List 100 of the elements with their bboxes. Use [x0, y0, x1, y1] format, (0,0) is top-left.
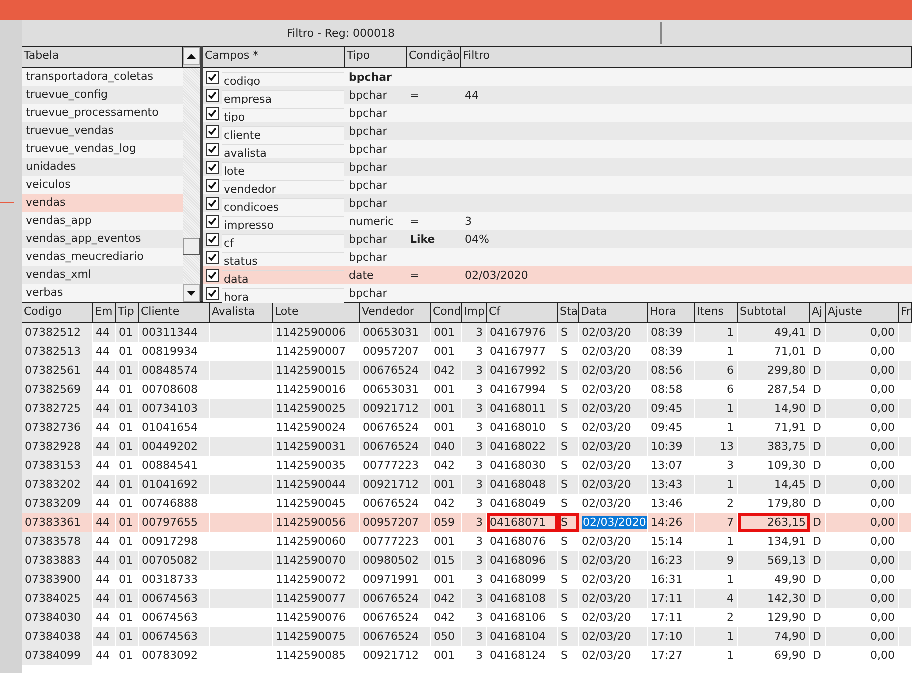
table-list-item[interactable]: vendas_xml: [22, 266, 183, 284]
field-condition: =: [409, 214, 420, 228]
table-cell: 0,00: [826, 646, 899, 665]
column-header: Avalista: [210, 303, 273, 322]
field-type: bpchar: [348, 88, 388, 102]
table-cell: 1142590085: [273, 646, 360, 665]
table-cell: 02/03/2020: [579, 513, 648, 532]
grid-row[interactable]: 07383361 44 01 00797655 1142590056 00957207 059 3 04168071 S 02/03/2020 14:26 7 263,15 D 0,00: [22, 513, 912, 532]
column-header: Cliente: [139, 303, 210, 322]
field-condition: =: [409, 268, 420, 282]
up-arrow-icon: [187, 54, 196, 58]
table-list-item[interactable]: verbas: [22, 284, 183, 302]
checkbox[interactable]: [206, 142, 219, 156]
table-cell: 17:27: [648, 646, 695, 665]
scroll-up-button[interactable]: [183, 47, 200, 65]
table-list-item[interactable]: vendas_meucrediario: [22, 248, 183, 266]
field-name: cf: [222, 234, 344, 248]
highlighted-cell: S: [558, 513, 579, 532]
field-type: bpchar: [348, 286, 388, 300]
column-header: Subtotal: [738, 303, 810, 322]
table-cell: S: [558, 646, 579, 665]
field-row[interactable]: empresa bpchar = 44: [203, 86, 912, 104]
table-list-item[interactable]: truevue_processamento: [22, 104, 183, 122]
field-type: bpchar: [348, 232, 388, 246]
table-list-item[interactable]: transportadora_coletas: [22, 68, 183, 86]
field-type: numeric: [348, 214, 396, 228]
table-cell: 07383153: [22, 456, 93, 475]
table-cell: 69,90: [738, 646, 810, 665]
table-list-item[interactable]: truevue_vendas: [22, 122, 183, 140]
table-cell: 07383578: [22, 532, 93, 551]
field-name: avalista: [222, 144, 344, 158]
column-header: Tip: [116, 303, 139, 322]
column-header: Lote: [273, 303, 360, 322]
column-header: Hora: [648, 303, 695, 322]
checkbox[interactable]: [206, 214, 219, 228]
field-name: condicoes: [222, 198, 344, 212]
field-type: bpchar: [348, 124, 388, 138]
field-row[interactable]: lote bpchar: [203, 158, 912, 176]
column-header: Campos *: [203, 47, 345, 67]
field-row[interactable]: condicoes bpchar: [203, 194, 912, 212]
field-row[interactable]: status bpchar: [203, 248, 912, 266]
column-header: Sta: [558, 303, 579, 322]
field-type: bpchar: [348, 106, 388, 120]
table-list-item[interactable]: vendas_app: [22, 212, 183, 230]
grid-row[interactable]: 07384038 44 01 00674563 1142590075 00676524 050 3 04168104 S 02/03/20 17:10 1 74,90 D 0,00: [22, 627, 912, 646]
checkbox[interactable]: [206, 250, 219, 264]
checkbox[interactable]: [206, 88, 219, 102]
column-header: Itens: [695, 303, 738, 322]
table-list-item[interactable]: truevue_config: [22, 86, 183, 104]
checkbox[interactable]: [206, 232, 219, 246]
table-cell: 07382513: [22, 342, 93, 361]
table-cell: 07382569: [22, 380, 93, 399]
checkbox[interactable]: [206, 106, 219, 120]
checkbox[interactable]: [206, 286, 219, 300]
grid-row[interactable]: 07382512 44 01 00311344 1142590006 00653031 001 3 04167976 S 02/03/20 08:39 1 49,41 D 0,00: [22, 323, 912, 342]
column-header: Filtro: [461, 47, 912, 67]
field-row[interactable]: hora bpchar: [203, 284, 912, 302]
field-row[interactable]: avalista bpchar: [203, 140, 912, 158]
field-row[interactable]: impresso numeric = 3: [203, 212, 912, 230]
table-list-item[interactable]: vendas: [22, 194, 183, 212]
checkbox[interactable]: [206, 124, 219, 138]
column-header: Fr: [899, 303, 912, 322]
field-filter: 44: [464, 88, 480, 102]
table-cell: 07384099: [22, 646, 93, 665]
field-type: bpchar: [348, 160, 388, 174]
grid-row[interactable]: 07382928 44 01 00449202 1142590031 00676524 040 3 04168022 S 02/03/20 10:39 13 383,75 D 0,00: [22, 437, 912, 456]
checkbox[interactable]: [206, 160, 219, 174]
checkbox[interactable]: [206, 70, 219, 84]
field-row[interactable]: data date = 02/03/2020: [203, 266, 912, 284]
table-list-item[interactable]: unidades: [22, 158, 183, 176]
scroll-down-button[interactable]: [183, 284, 200, 302]
field-type: bpchar: [348, 196, 388, 210]
table-list-item[interactable]: truevue_vendas_log: [22, 140, 183, 158]
column-header: Cf: [487, 303, 558, 322]
checkbox[interactable]: [206, 268, 219, 282]
table-list-item[interactable]: veiculos: [22, 176, 183, 194]
grid-row[interactable]: 07384025 44 01 00674563 1142590077 00676524 042 3 04168108 S 02/03/20 17:11 4 142,30 D 0,00: [22, 589, 912, 608]
field-row[interactable]: vendedor bpchar: [203, 176, 912, 194]
field-row[interactable]: cf bpchar Like 04%: [203, 230, 912, 248]
table-cell: 04168049: [487, 494, 558, 513]
table-cell: 00783092: [139, 646, 210, 665]
table-cell: S: [558, 494, 579, 513]
grid-row[interactable]: 07382725 44 01 00734103 1142590025 00921712 001 3 04168011 S 02/03/20 09:45 1 14,90 D 0,00: [22, 399, 912, 418]
field-filter: 3: [464, 214, 473, 228]
checkbox[interactable]: [206, 178, 219, 192]
table-list-item[interactable]: vendas_app_eventos: [22, 230, 183, 248]
column-header: Em: [93, 303, 116, 322]
table-cell: 02/03/20: [579, 646, 648, 665]
grid-row[interactable]: 07383883 44 01 00705082 1142590070 00980502 015 3 04168096 S 02/03/20 16:23 9 569,13 D 0,00: [22, 551, 912, 570]
field-row[interactable]: codigo bpchar: [203, 68, 912, 86]
window-title: Filtro - Reg: 000018: [286, 26, 396, 40]
table-cell: 07383900: [22, 570, 93, 589]
scroll-thumb[interactable]: [183, 238, 200, 255]
grid-row[interactable]: 07382561 44 01 00848574 1142590015 00676524 042 3 04167992 S 02/03/20 08:56 6 299,80 D 0,00: [22, 361, 912, 380]
field-row[interactable]: tipo bpchar: [203, 104, 912, 122]
grid-row[interactable]: 07383202 44 01 01041692 1142590044 00921712 001 3 04168048 S 02/03/20 13:43 1 14,45 D 0,00: [22, 475, 912, 494]
column-header: Imp: [462, 303, 487, 322]
scrollbar[interactable]: [183, 68, 200, 302]
checkbox[interactable]: [206, 196, 219, 210]
field-row[interactable]: cliente bpchar: [203, 122, 912, 140]
